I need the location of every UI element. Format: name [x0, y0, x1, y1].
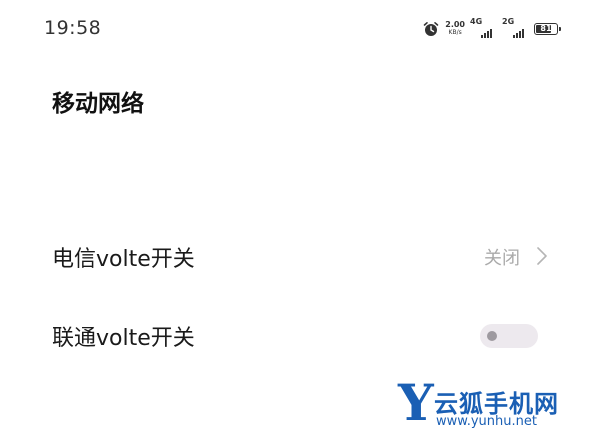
signal-sim1: 4G	[470, 17, 494, 38]
battery-icon: 81	[534, 23, 561, 35]
sim1-network-type: 4G	[470, 16, 483, 26]
unicom-volte-label: 联通volte开关	[52, 326, 195, 351]
watermark-logo-letter: Y	[398, 373, 434, 432]
unicom-volte-toggle[interactable]	[480, 324, 538, 348]
telecom-volte-value: 关闭	[484, 248, 520, 269]
battery-level: 81	[540, 24, 552, 33]
toggle-knob	[487, 331, 497, 341]
net-speed-value: 2.00	[445, 20, 465, 29]
status-bar: 19:58 2.00 KB/s 4G 2G 81	[0, 0, 600, 58]
signal-bars-icon	[513, 28, 524, 38]
status-icons: 2.00 KB/s 4G 2G 81	[423, 17, 561, 39]
page-title: 移动网络	[52, 91, 144, 117]
signal-bars-icon	[481, 28, 492, 38]
signal-sim2: 2G	[502, 17, 526, 38]
telecom-volte-label: 电信volte开关	[52, 247, 195, 272]
net-speed: 2.00 KB/s	[445, 21, 465, 37]
unicom-volte-row: 联通volte开关	[0, 306, 600, 366]
watermark-url: www.yunhu.net	[436, 414, 537, 429]
alarm-clock-icon	[423, 21, 439, 37]
watermark-logo: Y 云狐手机网 www.yunhu.net	[398, 373, 578, 440]
status-time: 19:58	[44, 17, 102, 39]
telecom-volte-row[interactable]: 电信volte开关 关闭	[0, 227, 600, 287]
sim2-network-type: 2G	[502, 16, 515, 26]
net-speed-unit: KB/s	[448, 29, 462, 36]
chevron-right-icon	[536, 245, 548, 271]
